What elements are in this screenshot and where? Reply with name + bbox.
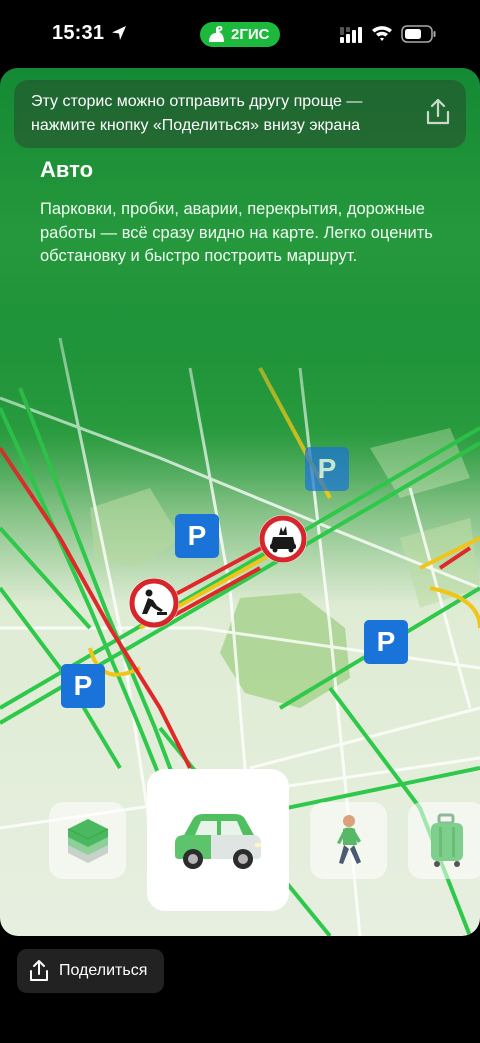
- road-works-icon[interactable]: [127, 576, 181, 630]
- tile-car[interactable]: [147, 769, 289, 911]
- share-icon[interactable]: [424, 97, 452, 127]
- parking-marker[interactable]: P: [364, 620, 408, 664]
- story-title: Авто: [40, 157, 94, 182]
- clock: 15:31: [52, 22, 105, 44]
- parking-marker[interactable]: P: [61, 664, 105, 708]
- accident-icon[interactable]: [257, 513, 309, 565]
- share-button-label: Поделиться: [59, 962, 148, 979]
- brand-label: 2ГИС: [231, 26, 270, 43]
- pedestrian-icon: [336, 814, 361, 864]
- parking-label: P: [376, 626, 396, 657]
- brand-pill[interactable]: 2ГИС: [200, 22, 280, 47]
- share-icon: [30, 960, 48, 981]
- suitcase-icon: [431, 813, 463, 867]
- wifi-icon: [372, 26, 392, 41]
- dgis-logo-icon: [209, 25, 224, 42]
- story-description: Парковки, пробки, аварии, перекрытия, до…: [40, 200, 433, 265]
- parking-label: P: [317, 453, 337, 484]
- status-bar: 15:31 2ГИС: [0, 0, 480, 68]
- share-button[interactable]: Поделиться: [17, 949, 164, 993]
- parking-marker[interactable]: P: [175, 514, 219, 558]
- tile-walk[interactable]: [310, 802, 387, 879]
- cellular-signal-icon: [340, 27, 362, 43]
- share-hint-text: Эту сторис можно отправить другу проще —…: [31, 93, 363, 134]
- share-hint-tooltip: Эту сторис можно отправить другу проще —…: [14, 80, 466, 148]
- tile-layers[interactable]: [49, 802, 126, 879]
- battery-icon: [401, 25, 436, 43]
- layers-icon: [67, 818, 108, 863]
- parking-label: P: [187, 520, 207, 551]
- location-arrow-icon: [112, 26, 126, 40]
- tile-travel[interactable]: [408, 802, 480, 879]
- car-icon: [175, 814, 261, 869]
- parking-marker[interactable]: P: [305, 447, 349, 491]
- parking-label: P: [73, 670, 93, 701]
- story-card[interactable]: P P P P Эту сторис можно отправить другу…: [0, 68, 480, 936]
